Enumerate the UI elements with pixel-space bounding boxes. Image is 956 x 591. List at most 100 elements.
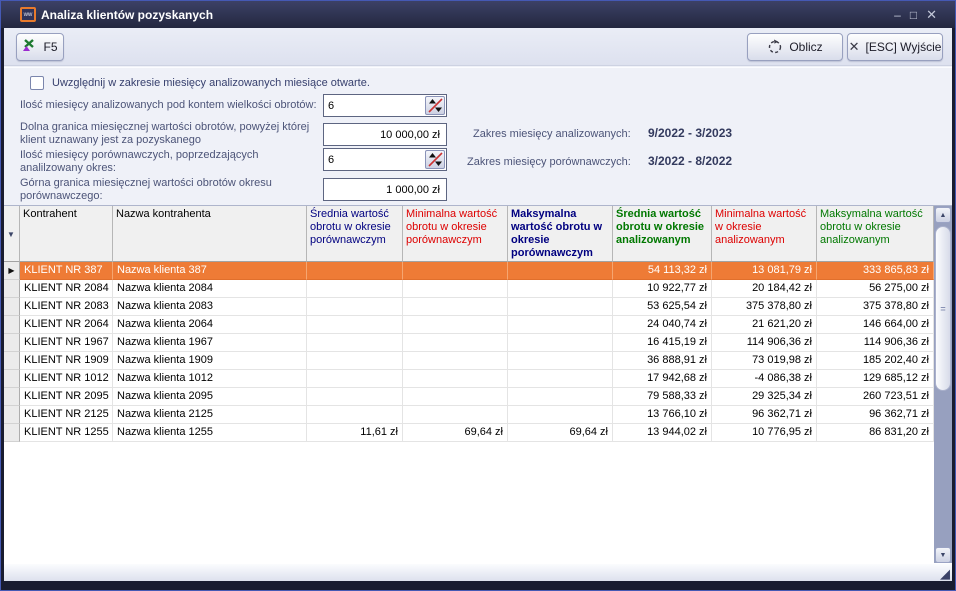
cell[interactable]	[307, 262, 403, 280]
cell[interactable]: 56 275,00 zł	[817, 280, 934, 298]
cell[interactable]	[508, 370, 613, 388]
cell[interactable]: 54 113,32 zł	[613, 262, 712, 280]
analyzed-months-spinner[interactable]	[425, 96, 445, 115]
filter-header-cell[interactable]: ▼	[4, 206, 20, 262]
titlebar[interactable]: ww Analiza klientów pozyskanych – □ ✕	[1, 1, 955, 28]
cell[interactable]	[307, 316, 403, 334]
calculate-button[interactable]: Oblicz	[747, 33, 843, 61]
exit-button[interactable]: ✕ [ESC] Wyjście	[847, 33, 943, 61]
maximize-button[interactable]: □	[910, 9, 917, 21]
cell[interactable]	[403, 388, 508, 406]
cell[interactable]: 146 664,00 zł	[817, 316, 934, 334]
cell[interactable]: 375 378,80 zł	[817, 298, 934, 316]
cell[interactable]: 10 776,95 zł	[712, 424, 817, 442]
comparison-months-spinner[interactable]	[425, 150, 445, 169]
cell[interactable]: Nazwa klienta 2084	[113, 280, 307, 298]
table-row[interactable]: KLIENT NR 1012Nazwa klienta 101217 942,6…	[4, 370, 934, 388]
scroll-down-button[interactable]: ▼	[935, 547, 951, 563]
cell[interactable]	[403, 262, 508, 280]
cell[interactable]: 10 922,77 zł	[613, 280, 712, 298]
cell[interactable]: 69,64 zł	[403, 424, 508, 442]
cell[interactable]	[403, 280, 508, 298]
cell[interactable]: Nazwa klienta 1255	[113, 424, 307, 442]
cell[interactable]: 185 202,40 zł	[817, 352, 934, 370]
column-header[interactable]: Średnia wartość obrotu w okresie analizo…	[613, 206, 712, 262]
column-header[interactable]: Minimalna wartość obrotu w okresie porów…	[403, 206, 508, 262]
column-header[interactable]: Kontrahent	[20, 206, 113, 262]
cell[interactable]	[307, 280, 403, 298]
scrollbar-thumb[interactable]: =	[935, 226, 951, 391]
cell[interactable]	[403, 316, 508, 334]
resize-grip-icon[interactable]: ◢	[940, 567, 950, 580]
open-months-checkbox[interactable]	[30, 76, 44, 90]
minimize-button[interactable]: –	[894, 9, 901, 21]
cell[interactable]: Nazwa klienta 1967	[113, 334, 307, 352]
cell[interactable]: KLIENT NR 1967	[20, 334, 113, 352]
row-selector[interactable]	[4, 424, 20, 442]
column-header[interactable]: Nazwa kontrahenta	[113, 206, 307, 262]
table-row[interactable]: KLIENT NR 1967Nazwa klienta 1967 16 415,1…	[4, 334, 934, 352]
column-header[interactable]: Maksymalna wartość obrotu w okresie anal…	[817, 206, 934, 262]
cell[interactable]: 260 723,51 zł	[817, 388, 934, 406]
cell[interactable]: 17 942,68 zł	[613, 370, 712, 388]
cell[interactable]: 16 415,19 zł	[613, 334, 712, 352]
table-row[interactable]: KLIENT NR 2125Nazwa klienta 212513 766,1…	[4, 406, 934, 424]
cell[interactable]: 114 906,36 zł	[817, 334, 934, 352]
cell[interactable]: 13 766,10 zł	[613, 406, 712, 424]
cell[interactable]: 13 944,02 zł	[613, 424, 712, 442]
row-selector[interactable]	[4, 388, 20, 406]
cell[interactable]	[508, 352, 613, 370]
cell[interactable]: Nazwa klienta 1909	[113, 352, 307, 370]
cell[interactable]: Nazwa klienta 2095	[113, 388, 307, 406]
cell[interactable]: KLIENT NR 2125	[20, 406, 113, 424]
column-header[interactable]: Maksymalna wartość obrotu w okresie poró…	[508, 206, 613, 262]
table-row[interactable]: ▶KLIENT NR 387Nazwa klienta 38754 113,32…	[4, 262, 934, 280]
cell[interactable]: 96 362,71 zł	[712, 406, 817, 424]
cell[interactable]	[307, 406, 403, 424]
horizontal-scrollbar-track[interactable]: ◢	[4, 563, 952, 581]
table-row[interactable]: KLIENT NR 1909Nazwa klienta 1909 36 888,9…	[4, 352, 934, 370]
table-row[interactable]: KLIENT NR 2064Nazwa klienta 206424 040,7…	[4, 316, 934, 334]
cell[interactable]	[307, 352, 403, 370]
cell[interactable]: 375 378,80 zł	[712, 298, 817, 316]
cell[interactable]: 96 362,71 zł	[817, 406, 934, 424]
column-header[interactable]: Minimalna wartość w okresie analizowanym	[712, 206, 817, 262]
cell[interactable]	[508, 406, 613, 424]
cell[interactable]: 21 621,20 zł	[712, 316, 817, 334]
row-selector[interactable]: ▶	[4, 262, 20, 280]
cell[interactable]: Nazwa klienta 2064	[113, 316, 307, 334]
cell[interactable]: 73 019,98 zł	[712, 352, 817, 370]
cell[interactable]: 36 888,91 zł	[613, 352, 712, 370]
cell[interactable]	[508, 388, 613, 406]
row-selector[interactable]	[4, 298, 20, 316]
lower-turnover-limit-input[interactable]	[323, 123, 447, 146]
refresh-f5-button[interactable]: F5	[16, 33, 64, 61]
row-selector[interactable]	[4, 406, 20, 424]
cell[interactable]: KLIENT NR 1909	[20, 352, 113, 370]
cell[interactable]	[508, 316, 613, 334]
cell[interactable]	[508, 334, 613, 352]
cell[interactable]: 333 865,83 zł	[817, 262, 934, 280]
row-selector[interactable]	[4, 352, 20, 370]
cell[interactable]	[508, 298, 613, 316]
upper-turnover-limit-input[interactable]	[323, 178, 447, 201]
cell[interactable]: 11,61 zł	[307, 424, 403, 442]
scroll-up-button[interactable]: ▲	[935, 207, 951, 223]
cell[interactable]: KLIENT NR 2084	[20, 280, 113, 298]
cell[interactable]: KLIENT NR 1012	[20, 370, 113, 388]
cell[interactable]: 86 831,20 zł	[817, 424, 934, 442]
cell[interactable]: 114 906,36 zł	[712, 334, 817, 352]
cell[interactable]	[307, 298, 403, 316]
cell[interactable]: KLIENT NR 2083	[20, 298, 113, 316]
cell[interactable]: 79 588,33 zł	[613, 388, 712, 406]
vertical-scrollbar[interactable]: ▲ = ▼	[934, 206, 952, 564]
cell[interactable]: 29 325,34 zł	[712, 388, 817, 406]
cell[interactable]: KLIENT NR 2095	[20, 388, 113, 406]
cell[interactable]: KLIENT NR 387	[20, 262, 113, 280]
cell[interactable]	[307, 388, 403, 406]
cell[interactable]	[403, 352, 508, 370]
cell[interactable]	[307, 334, 403, 352]
column-header[interactable]: Średnia wartość obrotu w okresie porówna…	[307, 206, 403, 262]
cell[interactable]: KLIENT NR 2064	[20, 316, 113, 334]
table-row[interactable]: KLIENT NR 2084Nazwa klienta 2084 10 922,7…	[4, 280, 934, 298]
